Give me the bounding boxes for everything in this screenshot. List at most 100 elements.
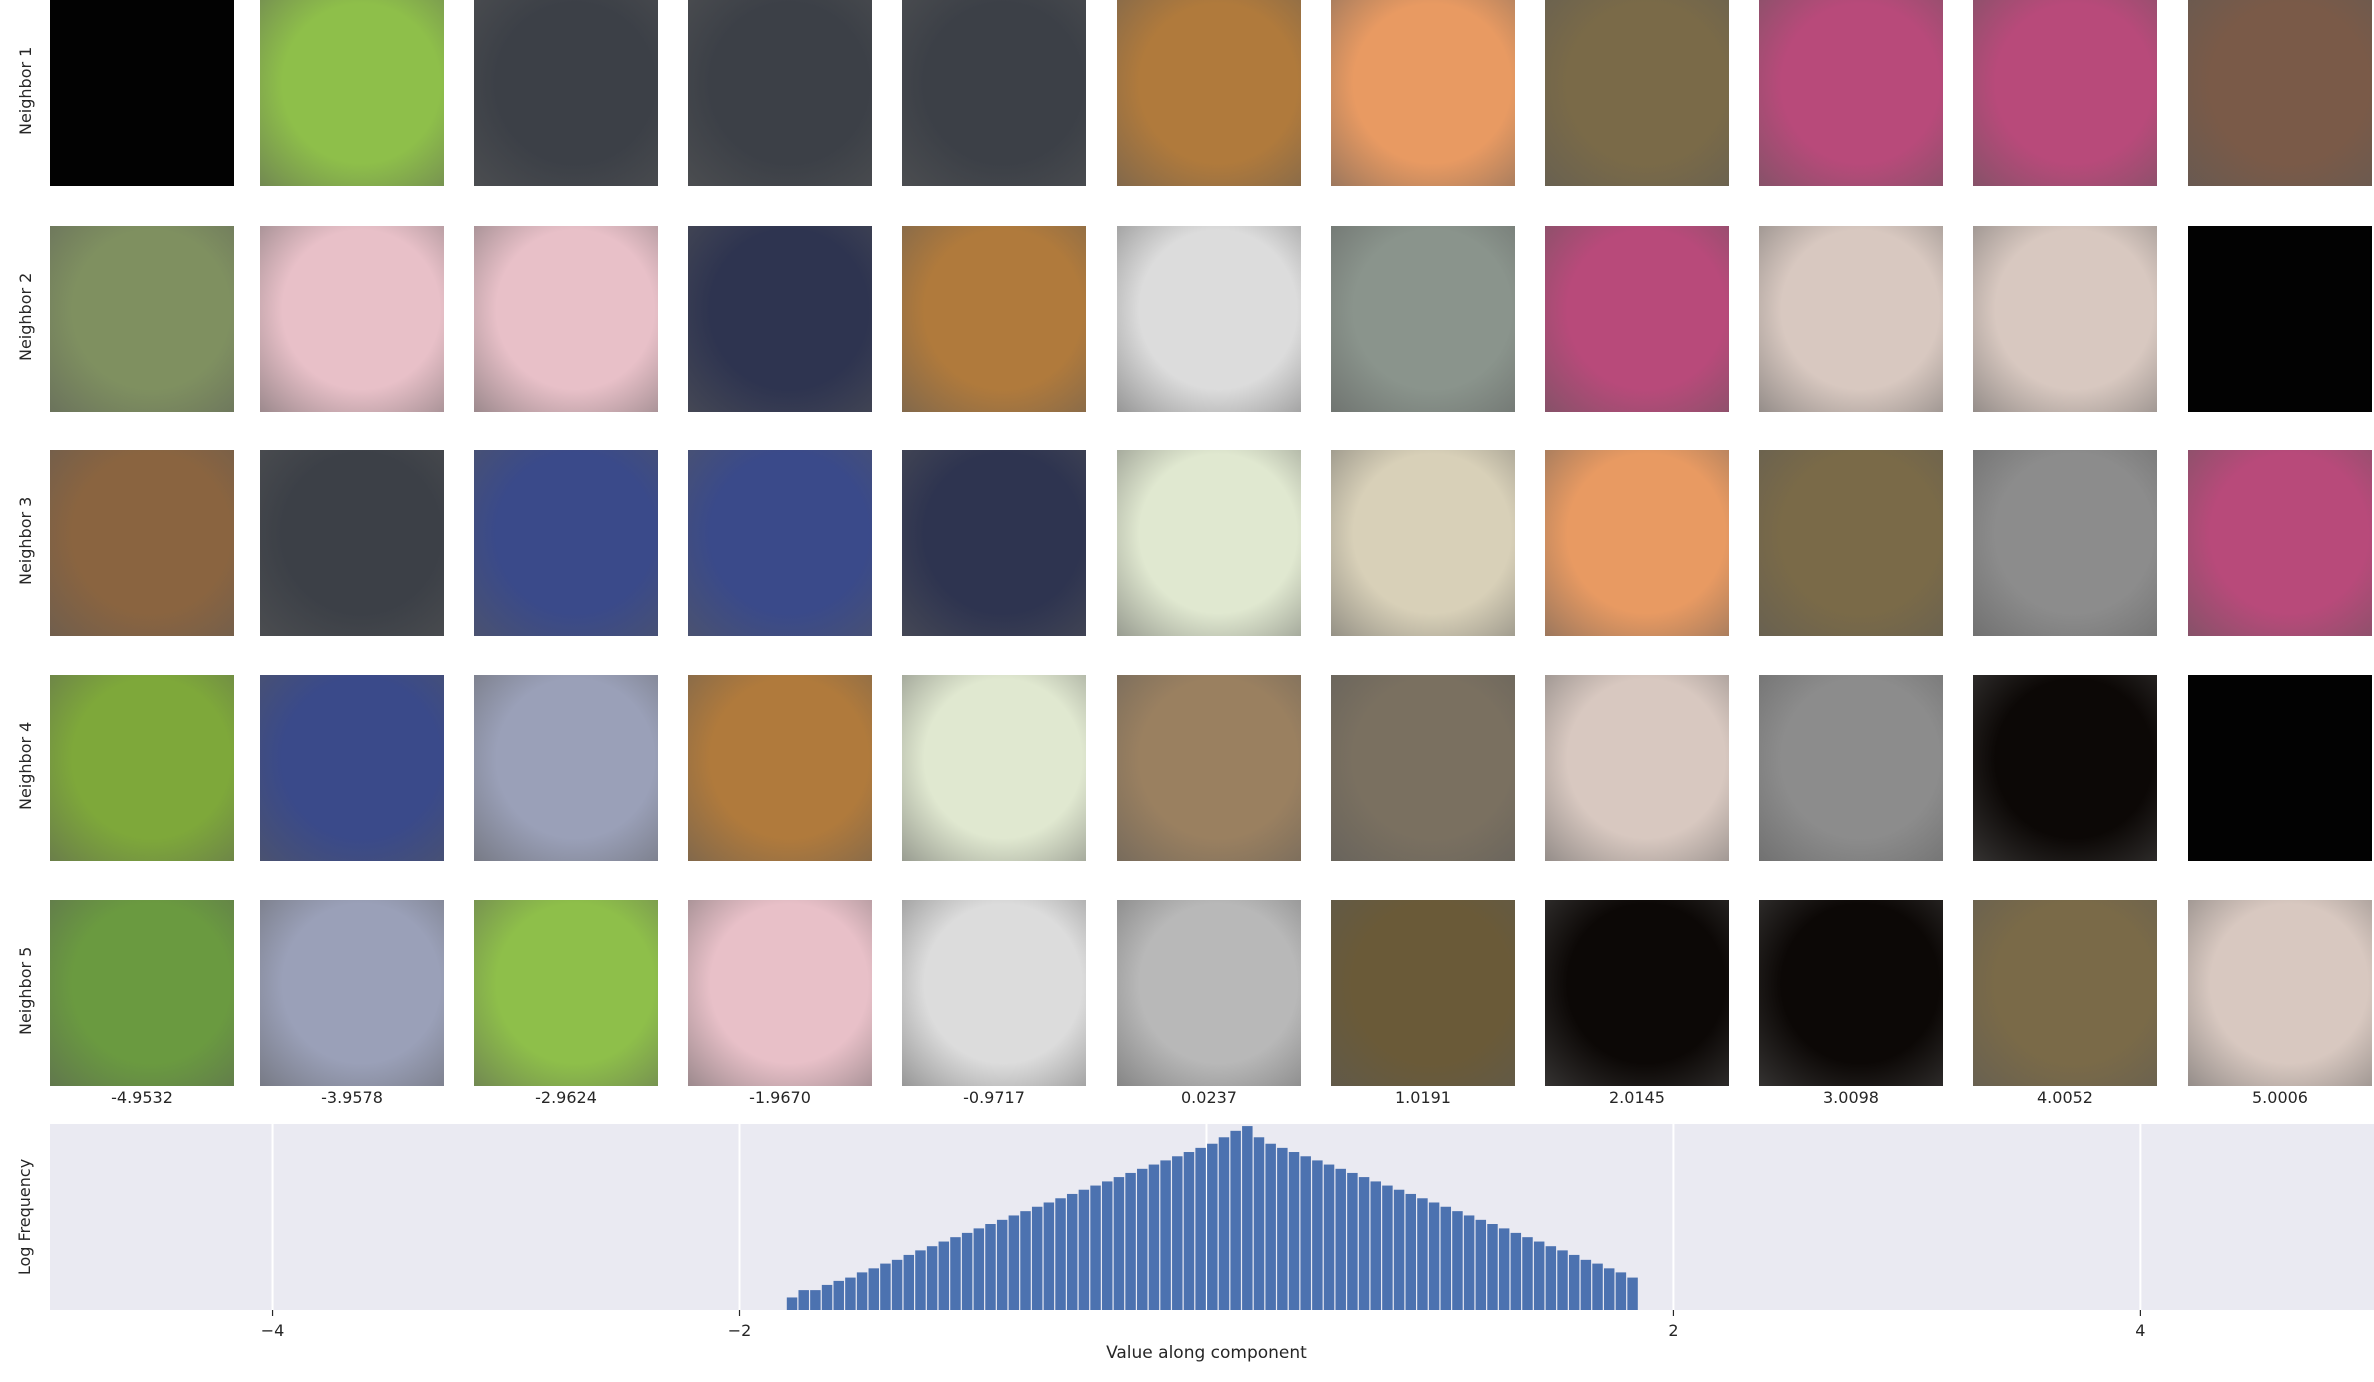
column-value-label: -1.9670 [749, 1088, 811, 1107]
histogram-bar [1533, 1241, 1545, 1310]
neighbor-image-perfume-box [2188, 450, 2372, 636]
neighbor-image-butterfly-flower [474, 675, 658, 861]
neighbor-image-grass-bird [1331, 900, 1515, 1086]
neighbor-image-dragonfly [902, 450, 1086, 636]
neighbor-image-grasshopper [474, 900, 658, 1086]
histogram-bar [1008, 1215, 1020, 1310]
neighbor-image-grasshopper [260, 0, 444, 186]
histogram-bar [1557, 1250, 1568, 1310]
neighbor-image-perfume-box [1759, 0, 1943, 186]
histogram-bar [1172, 1156, 1183, 1310]
histogram-bar [1580, 1259, 1592, 1310]
neighbor-image-iron [902, 0, 1086, 186]
histogram-bar [1405, 1193, 1416, 1310]
neighbor-image-ambulance [2188, 900, 2372, 1086]
neighbor-image-gym-bench [688, 450, 872, 636]
row-label-neighbor-3: Neighbor 3 [16, 496, 35, 585]
histogram-bar [821, 1284, 833, 1310]
neighbor-image-field [1117, 675, 1301, 861]
neighbor-image-harmonica-man [2188, 0, 2372, 186]
histogram-bar [938, 1241, 950, 1310]
histogram-bar [1160, 1160, 1171, 1310]
y-axis-label: Log Frequency [15, 1159, 34, 1275]
histogram-bar [856, 1272, 868, 1310]
histogram-bar [1137, 1168, 1148, 1310]
x-tick-label: −2 [728, 1321, 752, 1340]
neighbor-image-black [2188, 675, 2372, 861]
histogram-bar [1358, 1177, 1370, 1310]
neighbor-image-foxes [688, 675, 872, 861]
column-value-label: 3.0098 [1823, 1088, 1879, 1107]
histogram-bar [1475, 1219, 1487, 1310]
neighbor-image-gym-bench [260, 675, 444, 861]
histogram-bar [833, 1280, 844, 1310]
neighbor-image-ambulance [1973, 226, 2157, 412]
histogram-bar [1090, 1185, 1101, 1310]
column-value-label: 0.0237 [1181, 1088, 1237, 1107]
neighbor-image-pacifier [474, 226, 658, 412]
histogram-bar [950, 1237, 961, 1310]
histogram-bar [996, 1219, 1008, 1310]
histogram-bar [1428, 1202, 1440, 1310]
histogram-bar [810, 1290, 821, 1310]
histogram-bar [1545, 1246, 1557, 1310]
histogram-bar [1242, 1126, 1253, 1310]
neighbor-image-iron [688, 0, 872, 186]
histogram-bar [1522, 1237, 1533, 1310]
histogram-bar [1440, 1206, 1452, 1310]
neighbor-image-gym-bench [474, 450, 658, 636]
neighbor-image-candy-sign [1545, 0, 1729, 186]
row-label-neighbor-1: Neighbor 1 [16, 46, 35, 135]
histogram-bar [915, 1250, 926, 1310]
neighbor-image-insect-on-twig [50, 226, 234, 412]
histogram-x-ticks: −4 −2 2 4 [261, 1310, 2145, 1340]
neighbor-image-man-dog-stroller [902, 900, 1086, 1086]
histogram-bar [1078, 1189, 1090, 1310]
x-axis-label: Value along component [1106, 1343, 1307, 1363]
histogram-bar [1031, 1206, 1043, 1310]
histogram-bar [1627, 1277, 1638, 1310]
histogram-bar [798, 1290, 809, 1310]
neighbor-image-dark-lights [1759, 900, 1943, 1086]
neighbor-image-ambulance [1545, 675, 1729, 861]
neighbor-image-church-tower [1973, 450, 2157, 636]
histogram-bar [1370, 1181, 1381, 1310]
column-value-label: -2.9624 [535, 1088, 597, 1107]
histogram-bar [1043, 1202, 1055, 1310]
histogram-bar [903, 1254, 915, 1310]
neighbor-image-man-dog-stroller [1117, 226, 1301, 412]
neighbor-image-crowd [1331, 675, 1515, 861]
histogram-bar [1417, 1198, 1428, 1310]
neighbor-image-compass-box [1545, 450, 1729, 636]
neighbor-image-leafhopper [902, 675, 1086, 861]
column-value-label: -0.9717 [963, 1088, 1025, 1107]
neighbor-image-grid: Neighbor 1 Neighbor 2 Neighbor 3 Neighbor 4… [0, 0, 2374, 1110]
histogram-bar [926, 1246, 938, 1310]
neighbor-image-candy-sign [1759, 450, 1943, 636]
neighbor-image-perfume-box [1545, 226, 1729, 412]
neighbor-image-pelican [1331, 226, 1515, 412]
histogram-bar [880, 1263, 891, 1310]
histogram-bar [1510, 1232, 1522, 1310]
row-label-neighbor-2: Neighbor 2 [16, 272, 35, 361]
neighbor-image-black [50, 0, 234, 186]
column-value-label: 4.0052 [2037, 1088, 2093, 1107]
neighbor-image-butterfly [50, 675, 234, 861]
histogram-bar [1347, 1172, 1358, 1310]
histogram-bar [1218, 1137, 1230, 1310]
histogram-bar [1568, 1254, 1580, 1310]
neighbor-image-dragonfly [688, 226, 872, 412]
neighbor-image-iron [260, 450, 444, 636]
neighbor-image-perfume-box [1973, 0, 2157, 186]
histogram-bar [1277, 1147, 1288, 1310]
neighbor-image-candy-sign [1973, 900, 2157, 1086]
histogram-bar [786, 1297, 798, 1310]
histogram-bar [1288, 1152, 1300, 1310]
neighbor-image-foxes [1117, 0, 1301, 186]
histogram-bar [1020, 1211, 1031, 1310]
histogram-bar [1393, 1189, 1405, 1310]
log-frequency-histogram: −4 −2 2 4 Value along component Log Frequen… [15, 1124, 2374, 1363]
histogram-bar [1382, 1185, 1393, 1310]
histogram-bar [1615, 1272, 1627, 1310]
neighbor-image-black [2188, 226, 2372, 412]
